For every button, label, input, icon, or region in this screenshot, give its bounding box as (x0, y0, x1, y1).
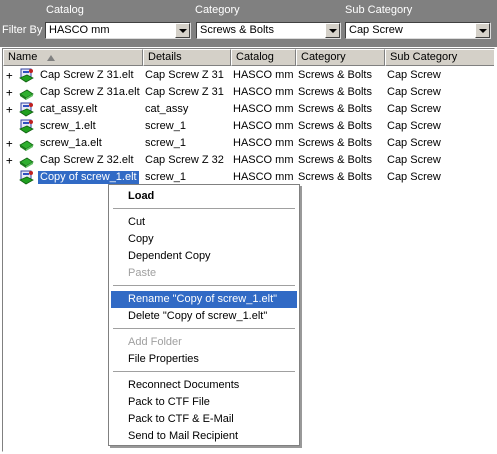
menu-item-delete[interactable]: Delete "Copy of screw_1.elt" (111, 308, 297, 325)
filter-bar: Catalog Category Sub Category Filter By … (0, 0, 497, 47)
category-filter-dropdown[interactable]: Screws & Bolts (196, 22, 341, 39)
column-header-category[interactable]: Category (296, 49, 385, 66)
column-header-sub-category[interactable]: Sub Category (385, 49, 494, 66)
expand-icon[interactable]: + (6, 86, 13, 99)
part-icon (19, 157, 34, 168)
list-header: Name Details Catalog Category Sub Catego… (3, 49, 494, 66)
item-sub-category: Cap Screw (387, 154, 441, 166)
item-sub-category: Cap Screw (387, 69, 441, 81)
menu-item-paste: Paste (128, 267, 157, 279)
chevron-down-icon[interactable] (475, 23, 490, 38)
item-name: Cap Screw Z 31.elt (40, 69, 134, 81)
item-category: Screws & Bolts (298, 69, 372, 81)
context-menu: Load Cut Copy Dependent Copy Paste Renam… (108, 184, 300, 446)
menu-separator (113, 208, 295, 209)
menu-item-pack-to-ctf[interactable]: Pack to CTF File (111, 394, 297, 411)
column-header-catalog[interactable]: Catalog (231, 49, 296, 66)
catalog-filter-value: HASCO mm (49, 24, 110, 36)
item-name: Cap Screw Z 31a.elt (40, 86, 140, 98)
item-catalog: HASCO mm (233, 171, 294, 183)
item-sub-category: Cap Screw (387, 171, 441, 183)
assembly-icon (19, 102, 34, 117)
menu-separator (113, 371, 295, 372)
assembly-icon (19, 170, 34, 185)
item-details: Cap Screw Z 31 (145, 86, 224, 98)
column-header-details[interactable]: Details (143, 49, 231, 66)
menu-item-add-folder: Add Folder (128, 336, 182, 348)
item-details: screw_1 (145, 137, 186, 149)
list-item[interactable]: screw_1.elt screw_1 HASCO mm Screws & Bolts… (3, 118, 494, 135)
item-catalog: HASCO mm (233, 69, 294, 81)
list-item[interactable]: + screw_1a.elt screw_1 HASCO mm Screws & Bol… (3, 135, 494, 152)
list-item[interactable]: + cat_assy.elt cat_assy HASCO mm Screws & Bo… (3, 101, 494, 118)
chevron-down-icon[interactable] (325, 23, 340, 38)
item-name: Cap Screw Z 32.elt (40, 154, 134, 166)
item-category: Screws & Bolts (298, 103, 372, 115)
item-category: Screws & Bolts (298, 137, 372, 149)
item-sub-category: Cap Screw (387, 137, 441, 149)
list-item[interactable]: + Cap Screw Z 31.elt Cap Screw Z 31 HASCO m… (3, 67, 494, 84)
item-category: Screws & Bolts (298, 86, 372, 98)
menu-item-dependent-copy[interactable]: Dependent Copy (111, 248, 297, 265)
catalog-filter-dropdown[interactable]: HASCO mm (45, 22, 191, 39)
item-name: screw_1.elt (40, 120, 96, 132)
menu-item-copy[interactable]: Copy (111, 231, 297, 248)
menu-item-load[interactable]: Load (111, 188, 297, 205)
item-catalog: HASCO mm (233, 120, 294, 132)
item-category: Screws & Bolts (298, 171, 372, 183)
menu-item-reconnect-documents[interactable]: Reconnect Documents (111, 377, 297, 394)
column-header-name[interactable]: Name (3, 49, 143, 66)
category-filter-value: Screws & Bolts (200, 24, 274, 36)
sub-category-filter-dropdown[interactable]: Cap Screw (345, 22, 491, 39)
expand-icon[interactable]: + (6, 154, 13, 167)
sub-category-filter-value: Cap Screw (349, 24, 403, 36)
assembly-icon (19, 119, 34, 134)
item-details: screw_1 (145, 171, 186, 183)
item-catalog: HASCO mm (233, 86, 294, 98)
menu-separator (113, 285, 295, 286)
item-details: screw_1 (145, 120, 186, 132)
expand-icon[interactable]: + (6, 69, 13, 82)
item-catalog: HASCO mm (233, 154, 294, 166)
menu-item-pack-to-ctf-email[interactable]: Pack to CTF & E-Mail (111, 411, 297, 428)
item-name: screw_1a.elt (40, 137, 102, 149)
menu-item-send-to-mail[interactable]: Send to Mail Recipient (111, 428, 297, 445)
sub-category-filter-label: Sub Category (345, 4, 413, 16)
list-item[interactable]: + Cap Screw Z 31a.elt Cap Screw Z 31 HASCO … (3, 84, 494, 101)
item-name: Copy of screw_1.elt (37, 170, 140, 185)
list-item[interactable]: + Cap Screw Z 32.elt Cap Screw Z 32 HASCO m… (3, 152, 494, 169)
part-icon (19, 89, 34, 100)
menu-item-cut[interactable]: Cut (111, 214, 297, 231)
item-details: cat_assy (145, 103, 189, 115)
part-icon (19, 140, 34, 151)
menu-item-file-properties[interactable]: File Properties (111, 351, 297, 368)
catalog-filter-label: Catalog (46, 4, 84, 16)
item-catalog: HASCO mm (233, 137, 294, 149)
item-name: cat_assy.elt (40, 103, 98, 115)
chevron-down-icon[interactable] (175, 23, 190, 38)
sort-ascending-icon (47, 55, 55, 61)
item-sub-category: Cap Screw (387, 103, 441, 115)
item-details: Cap Screw Z 31 (145, 69, 224, 81)
item-catalog: HASCO mm (233, 103, 294, 115)
item-details: Cap Screw Z 32 (145, 154, 224, 166)
expand-icon[interactable]: + (6, 137, 13, 150)
item-category: Screws & Bolts (298, 154, 372, 166)
category-filter-label: Category (195, 4, 240, 16)
filter-by-label: Filter By (2, 24, 43, 36)
menu-separator (113, 328, 295, 329)
item-sub-category: Cap Screw (387, 120, 441, 132)
item-category: Screws & Bolts (298, 120, 372, 132)
menu-item-rename[interactable]: Rename "Copy of screw_1.elt" (111, 291, 297, 308)
item-sub-category: Cap Screw (387, 86, 441, 98)
expand-icon[interactable]: + (6, 103, 13, 116)
assembly-icon (19, 68, 34, 83)
